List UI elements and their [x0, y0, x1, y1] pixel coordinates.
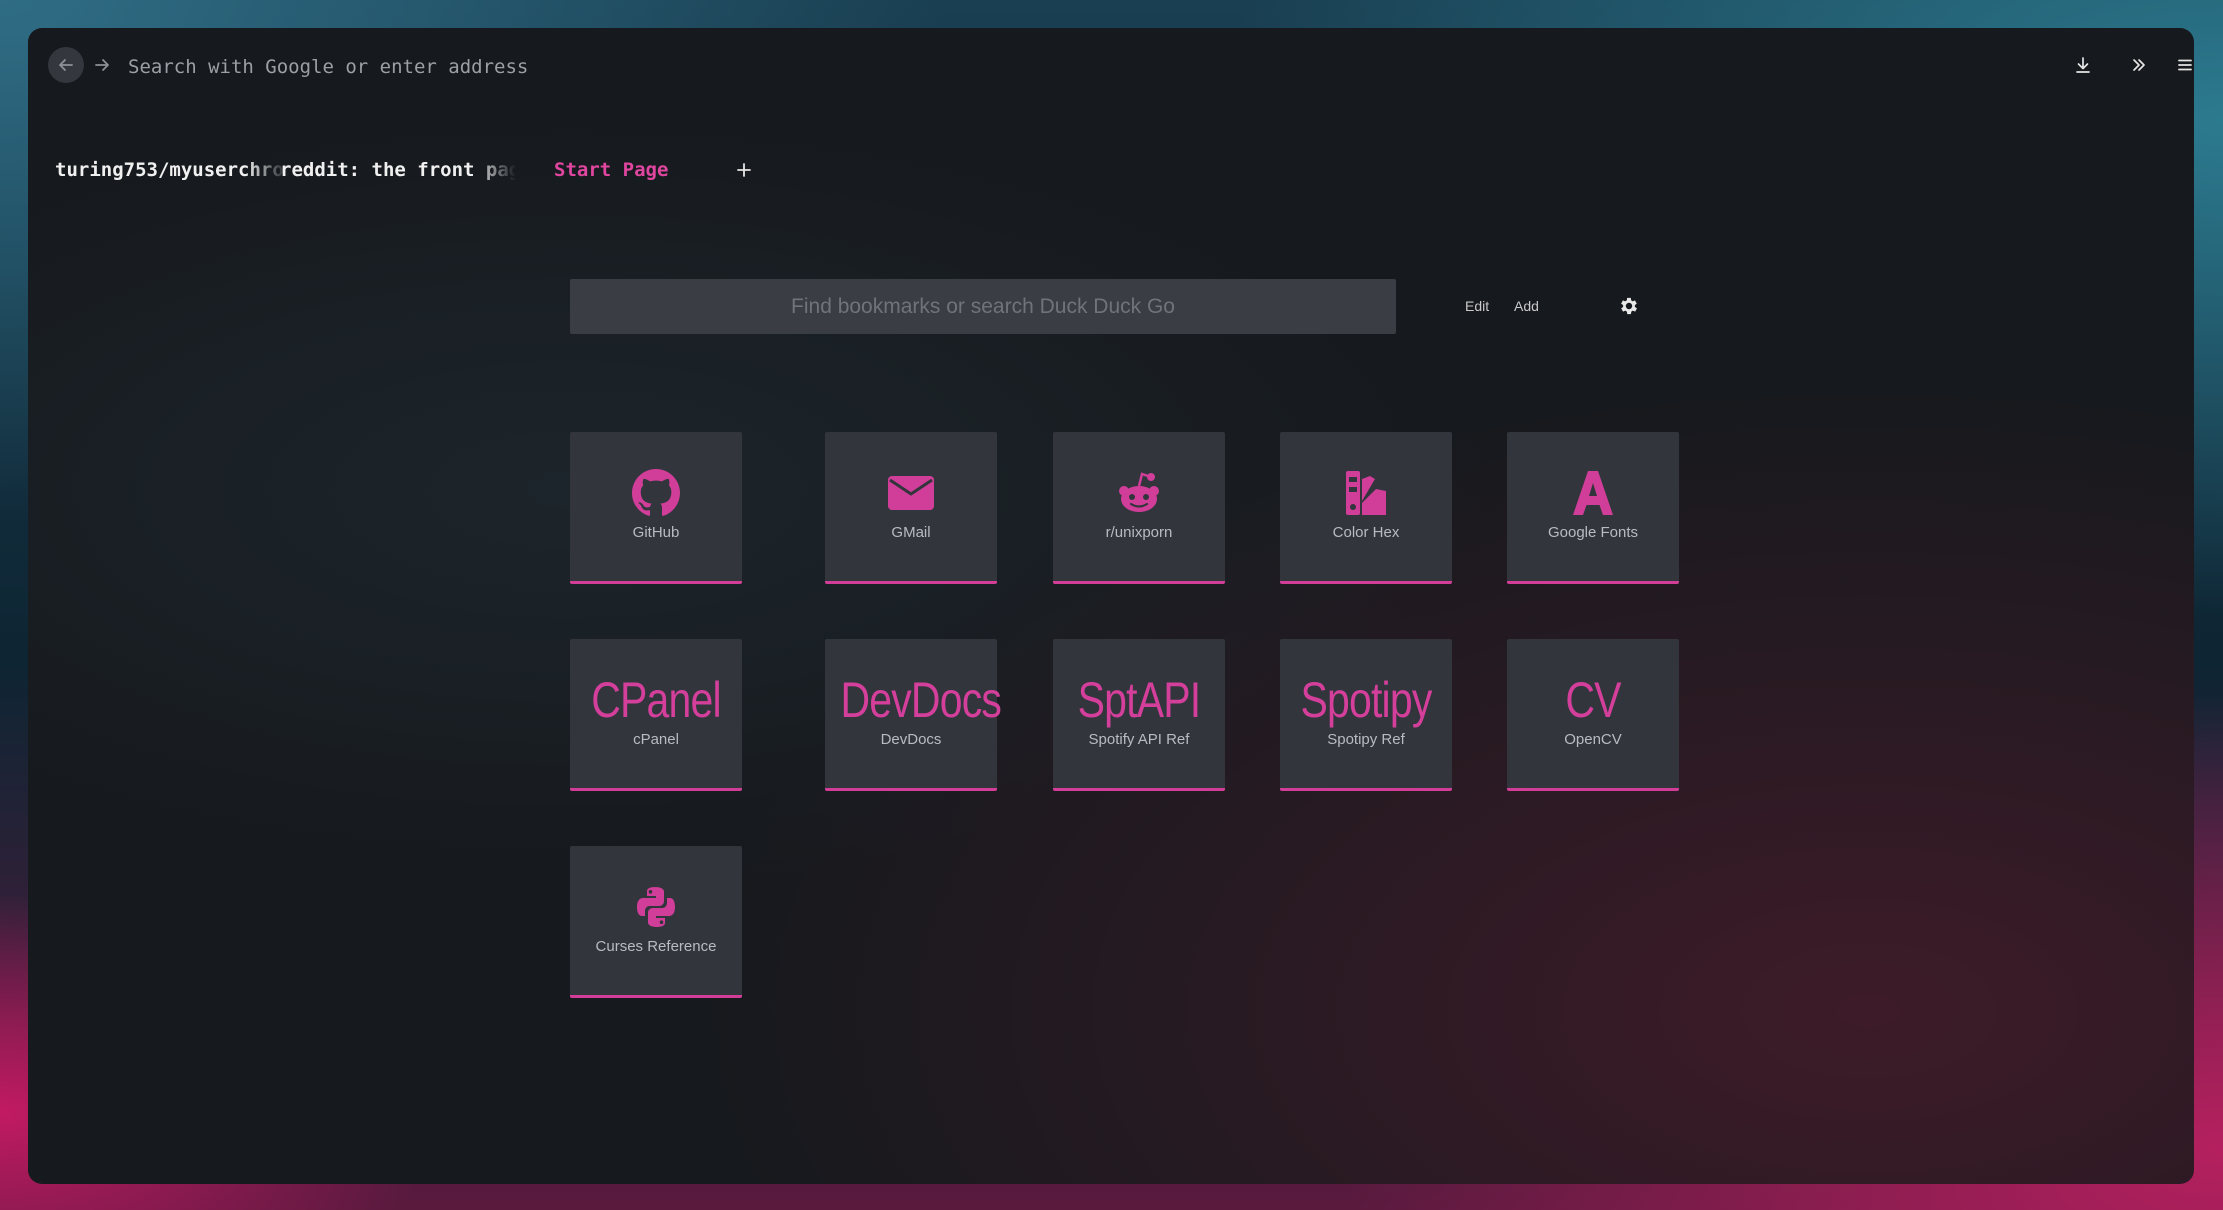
bookmark-label: Color Hex	[1332, 524, 1400, 541]
bookmark-label: Spotify API Ref	[1088, 731, 1190, 748]
bookmark-tile-color-hex[interactable]: Color Hex	[1280, 432, 1452, 584]
address-bar[interactable]	[128, 52, 1428, 82]
bookmark-label: OpenCV	[1564, 731, 1622, 748]
font-icon	[1507, 468, 1679, 518]
bookmark-label: GitHub	[632, 524, 680, 541]
bookmark-label: Curses Reference	[595, 938, 717, 955]
text-logo: CPanel	[591, 672, 721, 728]
text-logo: SptAPI	[1077, 672, 1202, 728]
chevrons-right-icon	[2133, 59, 2145, 71]
text-logo: DevDocs	[840, 672, 1002, 728]
settings-button[interactable]	[1618, 295, 1640, 317]
arrow-left-icon	[59, 59, 73, 71]
bookmark-label: cPanel	[633, 731, 679, 748]
plus-icon	[737, 163, 751, 177]
bookmark-tile-opencv[interactable]: CV OpenCV	[1507, 639, 1679, 791]
bookmark-label: Google Fonts	[1547, 524, 1639, 541]
tab-title: turing753/myuserchrome	[55, 159, 288, 181]
bookmark-tile-curses[interactable]: Curses Reference	[570, 846, 742, 998]
bookmark-label: r/unixporn	[1105, 524, 1173, 541]
github-icon	[570, 468, 742, 518]
python-icon	[570, 882, 742, 932]
add-link[interactable]: Add	[1514, 297, 1539, 315]
tab-github-myuserchrome[interactable]: turing753/myuserchrome	[55, 146, 288, 194]
bookmark-tile-spotipy[interactable]: Spotipy Spotipy Ref	[1280, 639, 1452, 791]
mail-icon	[825, 468, 997, 518]
new-tab-button[interactable]	[730, 156, 758, 184]
tab-reddit[interactable]: reddit: the front page	[280, 146, 516, 194]
toolbar	[28, 28, 2194, 106]
back-button[interactable]	[48, 47, 84, 83]
bookmark-tile-google-fonts[interactable]: Google Fonts	[1507, 432, 1679, 584]
tab-start-page[interactable]: Start Page	[554, 146, 714, 194]
text-logo: Spotipy	[1300, 672, 1432, 728]
tab-title: reddit: the front page	[280, 159, 516, 181]
text-logo: CV	[1565, 672, 1621, 728]
reddit-icon	[1053, 468, 1225, 518]
bookmark-tile-cpanel[interactable]: CPanel cPanel	[570, 639, 742, 791]
bookmark-label: Spotipy Ref	[1327, 731, 1405, 748]
download-icon	[2076, 57, 2090, 73]
browser-window: turing753/myuserchrome reddit: the front…	[28, 28, 2194, 1184]
bookmark-label: GMail	[891, 524, 931, 541]
bookmark-tile-unixporn[interactable]: r/unixporn	[1053, 432, 1225, 584]
bookmark-tile-devdocs[interactable]: DevDocs DevDocs	[825, 639, 1002, 791]
downloads-button[interactable]	[2068, 50, 2098, 80]
bookmark-tile-spotify-api[interactable]: SptAPI Spotify API Ref	[1053, 639, 1225, 791]
tab-title: Start Page	[554, 159, 669, 181]
hamburger-menu-icon	[2178, 59, 2192, 71]
menu-button[interactable]	[2170, 50, 2194, 80]
edit-link[interactable]: Edit	[1465, 297, 1489, 315]
swatchbook-icon	[1280, 468, 1452, 518]
bookmark-label: DevDocs	[880, 731, 942, 748]
gear-icon	[1621, 297, 1637, 315]
overflow-button[interactable]	[2124, 50, 2154, 80]
bookmark-tile-github[interactable]: GitHub	[570, 432, 742, 584]
bookmark-tile-gmail[interactable]: GMail	[825, 432, 997, 584]
tab-bar: turing753/myuserchrome reddit: the front…	[28, 146, 2194, 194]
forward-button[interactable]	[84, 47, 120, 83]
bookmark-search-input[interactable]	[570, 279, 1396, 334]
arrow-right-icon	[95, 59, 109, 71]
